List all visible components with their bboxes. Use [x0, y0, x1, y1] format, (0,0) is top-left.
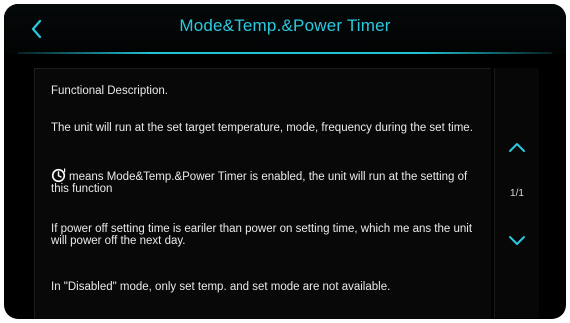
back-button[interactable] [26, 18, 48, 40]
description-paragraph: In "Disabled" mode, only set temp. and s… [51, 281, 391, 293]
chevron-left-icon [26, 18, 48, 40]
page-down-button[interactable] [507, 234, 527, 248]
description-paragraph-timer: means Mode&Temp.&Power Timer is enabled,… [51, 167, 481, 195]
page-indicator: 1/1 [510, 188, 524, 199]
page-title: Mode&Temp.&Power Timer [179, 16, 391, 35]
chevron-down-icon [507, 235, 527, 252]
description-panel: Functional Description. The unit will ru… [34, 68, 491, 319]
description-paragraph: If power off setting time is eariler tha… [51, 223, 473, 247]
chevron-up-icon [507, 141, 527, 158]
header-bar: Mode&Temp.&Power Timer [4, 4, 566, 54]
timer-icon [51, 167, 67, 183]
timer-description-text: means Mode&Temp.&Power Timer is enabled,… [51, 171, 468, 195]
pagination-bar: 1/1 [494, 68, 539, 318]
page-up-button[interactable] [507, 140, 527, 154]
description-heading: Functional Description. [51, 85, 168, 97]
header-divider [18, 52, 552, 54]
description-paragraph: The unit will run at the set target temp… [51, 122, 473, 134]
device-screen: Mode&Temp.&Power Timer Functional Descri… [4, 4, 566, 319]
